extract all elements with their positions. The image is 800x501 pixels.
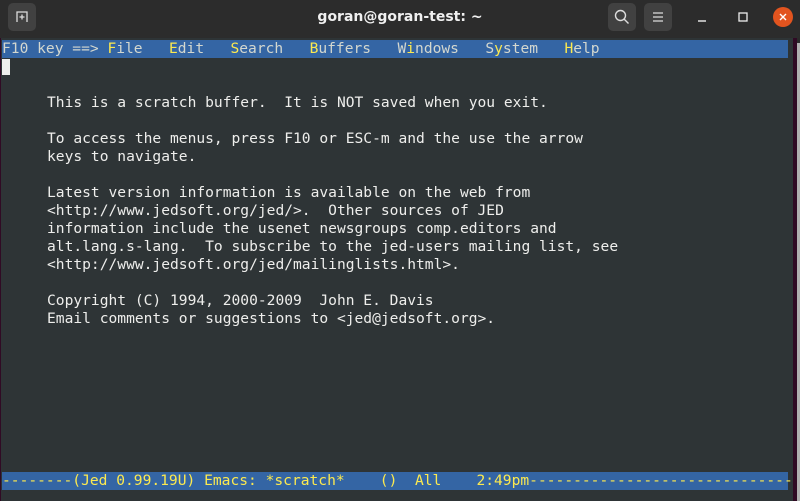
menu-hotkey: H (564, 40, 574, 57)
search-icon (614, 9, 629, 24)
hamburger-menu-icon (653, 12, 663, 22)
buffer-line: alt.lang.s-lang. To subscribe to the jed… (47, 238, 619, 255)
menu-item-System[interactable]: System (485, 40, 538, 57)
menu-hotkey: E (168, 40, 178, 57)
menu-hotkey: F (107, 40, 117, 57)
mode-line: --------(Jed 0.99.19U) Emacs: *scratch* … (2, 472, 800, 490)
buffer-line: <http://www.jedsoft.org/jed/>. Other sou… (47, 202, 504, 219)
text-cursor (2, 59, 10, 75)
menu-button[interactable] (644, 3, 672, 31)
buffer-line: information include the usenet newsgroup… (47, 220, 557, 237)
menu-item-Buffers[interactable]: Buffers (310, 40, 372, 57)
terminal-area[interactable]: F10 key ==> File Edit Search Buffers Win… (0, 38, 800, 501)
menu-item-Search[interactable]: Search (230, 40, 283, 57)
buffer-line: Copyright (C) 1994, 2000-2009 John E. Da… (47, 292, 434, 309)
menu-hotkey: i (406, 40, 416, 57)
window-title: goran@goran-test: ~ (317, 9, 483, 25)
menu-hotkey: y (494, 40, 503, 57)
menu-item-Windows[interactable]: Windows (397, 40, 459, 57)
close-icon (779, 13, 787, 21)
close-button[interactable] (773, 7, 793, 27)
minimize-button[interactable] (690, 5, 714, 29)
buffer-line: keys to navigate. (47, 148, 197, 165)
jed-menubar: F10 key ==> File Edit Search Buffers Win… (2, 40, 788, 58)
menu-hotkey: S (230, 40, 240, 57)
buffer-line: To access the menus, press F10 or ESC-m … (47, 130, 583, 147)
maximize-icon (738, 12, 748, 22)
buffer-line: Email comments or suggestions to <jed@je… (47, 310, 496, 327)
menu-item-File[interactable]: File (107, 40, 142, 57)
buffer-line: <http://www.jedsoft.org/jed/mailinglists… (47, 256, 460, 273)
menubar-prefix: F10 key ==> (2, 40, 108, 57)
menu-item-Help[interactable]: Help (564, 40, 599, 57)
menu-hotkey: B (309, 40, 319, 57)
maximize-button[interactable] (731, 5, 755, 29)
minimize-icon (698, 20, 706, 22)
menu-item-Edit[interactable]: Edit (169, 40, 204, 57)
search-button[interactable] (608, 3, 636, 31)
window-titlebar: goran@goran-test: ~ (0, 0, 800, 38)
buffer-line: This is a scratch buffer. It is NOT save… (47, 94, 548, 111)
buffer-line: Latest version information is available … (47, 184, 531, 201)
